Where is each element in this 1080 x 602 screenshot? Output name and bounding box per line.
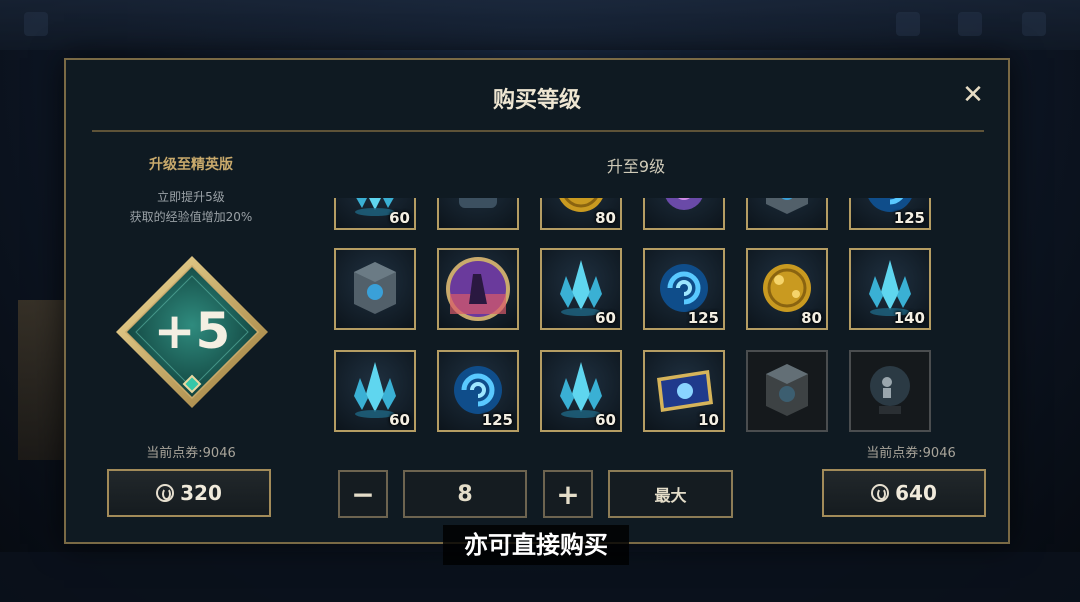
reward-tile[interactable]: 60 xyxy=(540,350,622,432)
top-nav-bar xyxy=(0,0,1080,50)
increase-quantity-button[interactable]: + xyxy=(543,470,593,518)
reward-count: 60 xyxy=(595,309,616,327)
reward-count: 80 xyxy=(801,309,822,327)
reward-tile[interactable]: 80 xyxy=(540,198,622,230)
current-balance-left: 当前点券:9046 xyxy=(146,446,236,461)
dialog-title: 购买等级 xyxy=(492,88,581,113)
reward-tile[interactable]: 10 xyxy=(643,350,725,432)
reward-tile[interactable] xyxy=(746,350,828,432)
reward-count: 60 xyxy=(595,411,616,429)
reward-count: 60 xyxy=(389,209,410,227)
divider xyxy=(92,130,984,132)
settings-icon[interactable] xyxy=(958,12,982,36)
reward-count: 60 xyxy=(389,411,410,429)
buy-elite-button[interactable]: 320 xyxy=(107,469,271,517)
menu-icon[interactable] xyxy=(896,12,920,36)
reward-count: 125 xyxy=(481,411,513,429)
level-target-title: 升至9级 xyxy=(606,157,666,176)
rp-coin-icon xyxy=(156,484,175,502)
current-balance-right: 当前点券:9046 xyxy=(866,446,956,461)
reward-tile[interactable]: 125 xyxy=(643,248,725,330)
rp-coin-icon xyxy=(871,484,890,502)
more-icon[interactable] xyxy=(1022,12,1046,36)
reward-tile[interactable] xyxy=(334,248,416,330)
reward-count: 80 xyxy=(595,209,616,227)
reward-tile[interactable]: 125 xyxy=(849,198,931,230)
emblem-text: +5 xyxy=(154,302,231,360)
back-icon[interactable] xyxy=(24,12,48,36)
reward-tile[interactable] xyxy=(437,248,519,330)
decrease-quantity-button[interactable]: − xyxy=(338,470,388,518)
reward-tile[interactable]: 140 xyxy=(849,248,931,330)
buy-elite-price: 320 xyxy=(180,481,222,505)
reward-tile[interactable] xyxy=(849,350,931,432)
max-quantity-button[interactable]: 最大 xyxy=(608,470,733,518)
reward-tile[interactable]: 80 xyxy=(746,248,828,330)
reward-tile[interactable]: 60 xyxy=(540,248,622,330)
reward-tile[interactable]: 125 xyxy=(437,350,519,432)
reward-count: 125 xyxy=(893,209,925,227)
reward-tile[interactable] xyxy=(643,198,725,230)
buy-levels-price: 640 xyxy=(895,481,937,505)
quantity-value: 8 xyxy=(403,470,527,518)
purchase-level-dialog: 购买等级 ✕ 升级至精英版 立即提升5级 获取的经验值增加20% +5 当前点券… xyxy=(64,58,1010,544)
reward-tile[interactable] xyxy=(746,198,828,230)
reward-count: 10 xyxy=(698,411,719,429)
reward-count: 125 xyxy=(687,309,719,327)
video-caption: 亦可直接购买 xyxy=(443,525,629,565)
reward-tile[interactable]: 60 xyxy=(334,198,416,230)
background-card xyxy=(18,300,64,460)
rewards-grid[interactable]: 60 80 125 60 125 80 140 60 125 60 10 xyxy=(334,198,938,434)
reward-tile[interactable] xyxy=(437,198,519,230)
upgrade-desc-line-1: 立即提升5级 xyxy=(157,190,225,204)
reward-tile[interactable]: 60 xyxy=(334,350,416,432)
upgrade-elite-title: 升级至精英版 xyxy=(149,157,233,173)
close-icon[interactable]: ✕ xyxy=(960,82,986,108)
upgrade-desc-line-2: 获取的经验值增加20% xyxy=(129,210,253,224)
reward-count: 140 xyxy=(893,309,925,327)
buy-levels-button[interactable]: 640 xyxy=(822,469,986,517)
level-boost-emblem: +5 xyxy=(116,256,268,408)
